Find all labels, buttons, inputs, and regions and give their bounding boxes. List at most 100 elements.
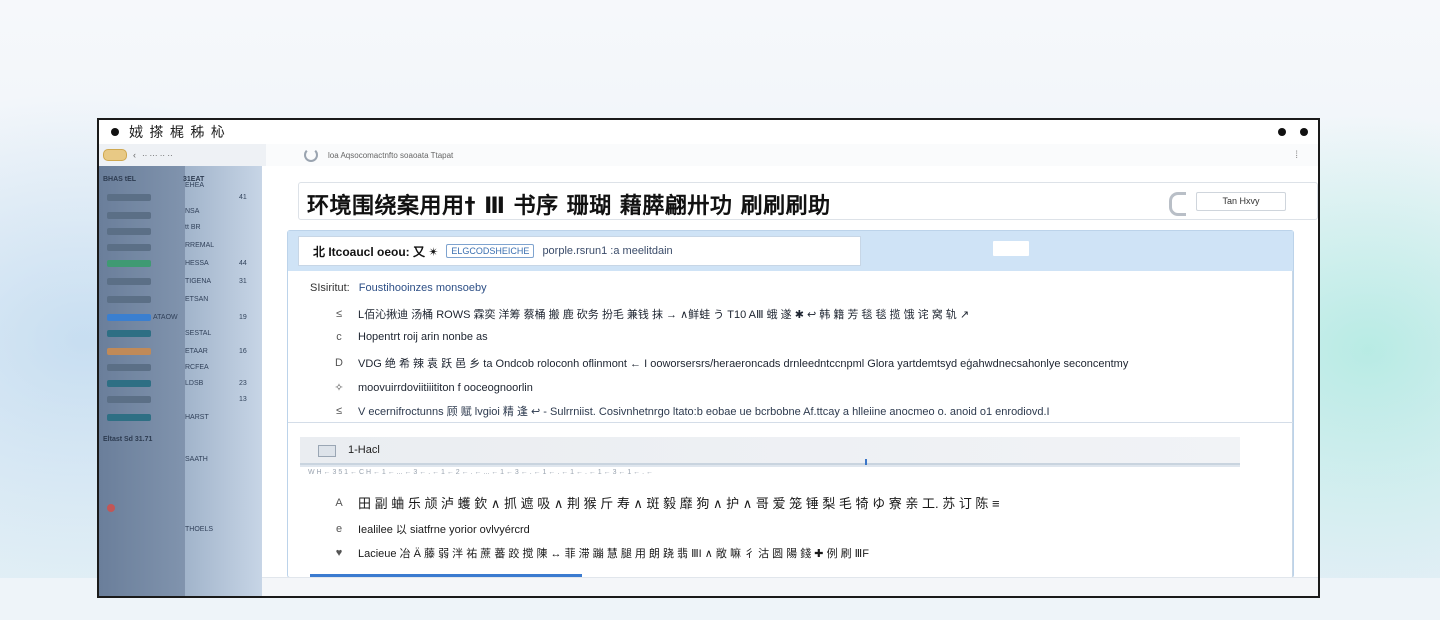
- main-content: 环境围绕案用用† Ⅲ 书序 珊瑚 藉膵翩卅功 刷刷刷助 Tan Hxvy 北 I…: [262, 166, 1318, 596]
- query-label: 北 Itcoaucl oeou: 又 ✴: [313, 244, 439, 259]
- sidebar-item-label: HESSA: [185, 260, 209, 267]
- headline-bar: 环境围绕案用用† Ⅲ 书序 珊瑚 藉膵翩卅功 刷刷刷助 Tan Hxvy: [298, 182, 1318, 220]
- row-marker-icon: A: [335, 496, 343, 509]
- divider: [288, 422, 1293, 423]
- tab-chip-icon[interactable]: [103, 149, 127, 161]
- sidebar-item-button[interactable]: [107, 194, 151, 201]
- query-text: porple.rsrun1 :a meelitdain: [542, 245, 673, 257]
- sidebar-item-button[interactable]: [107, 414, 151, 421]
- row-marker-icon: ✧: [334, 382, 344, 394]
- list-item-text: Lacieue 冶 Ä 藤 弱 泮 祐 蔗 蕃 跤 搅 陳 ↔ 菲 滞 蹦 慧 …: [358, 548, 869, 560]
- sidebar-item-button[interactable]: [107, 278, 151, 285]
- section-label: 1-Hacl: [348, 444, 380, 456]
- list-item[interactable]: A 田 副 蛐 乐 颃 泸 蠖 欽 ∧ 抓 遮 吸 ∧ 荆 猴 斤 寿 ∧ 斑 …: [334, 493, 1000, 512]
- list-item[interactable]: c Hopentrt roĳ arin nonbe as: [334, 331, 488, 343]
- sidebar-item-label: RREMAL: [185, 242, 215, 249]
- sidebar-count: 13: [239, 396, 247, 403]
- sidebar-item-label: EHEA: [185, 182, 205, 189]
- sidebar-item-button[interactable]: [107, 228, 151, 235]
- sidebar-item-button[interactable]: [107, 330, 151, 337]
- sidebar-item-button[interactable]: [107, 364, 151, 371]
- section-underline: [300, 463, 1240, 465]
- sidebar-item-label: HARST: [185, 414, 209, 421]
- sidebar-breadcrumb: ·· ··· ·· ··: [142, 150, 173, 160]
- sidebar-item-label: THOELS: [185, 526, 214, 533]
- list-item-text: Iealilee 以 siatfrne yorior ovlvyércrd: [358, 524, 530, 536]
- sidebar-item-button[interactable]: [107, 314, 151, 321]
- sidebar-item-label: TIGENA: [185, 278, 212, 285]
- row-marker-icon: ♥: [335, 547, 343, 559]
- address-bar: ‹ ·· ··· ·· ·· loa Aqsocomactnfto soaoat…: [99, 144, 1318, 167]
- row-marker-icon: e: [335, 523, 343, 535]
- list-item-text: moovuirrdoviitiiititon f ooceognoorlin: [358, 381, 533, 394]
- row-marker-icon: ≤: [335, 308, 343, 320]
- list-item[interactable]: ✧ moovuirrdoviitiiititon f ooceognoorlin: [334, 381, 533, 395]
- list-item[interactable]: ♥ Lacieue 冶 Ä 藤 弱 泮 祐 蔗 蕃 跤 搅 陳 ↔ 菲 滞 蹦 …: [334, 545, 869, 561]
- cursor-marker: [865, 459, 867, 465]
- sidebar: BHAS tEL 31EAT EHEA NSA tt BR RREMAL HES…: [99, 166, 262, 596]
- row-marker-icon: D: [335, 357, 343, 369]
- sidebar-item-label: SAATH: [185, 456, 208, 463]
- window-dot-icon[interactable]: [111, 128, 119, 136]
- sidebar-count: 31: [239, 278, 247, 285]
- sidebar-item-button[interactable]: [107, 380, 151, 387]
- menu-icon[interactable]: ⁞: [1295, 150, 1298, 161]
- sidebar-item-label: SESTAL: [185, 330, 212, 337]
- panel-header: 北 Itcoaucl oeou: 又 ✴ ELGCODSHEICHE porpl…: [288, 231, 1293, 271]
- sidebar-item-label: NSA: [185, 208, 200, 215]
- list-item[interactable]: e Iealilee 以 siatfrne yorior ovlvyércrd: [334, 521, 530, 537]
- panel-action-button[interactable]: [993, 241, 1029, 256]
- query-chip[interactable]: ELGCODSHEICHE: [446, 244, 535, 258]
- section-subline: W H ← 3 5 1 ← C H ← 1 ← ... ← 3 ← . ← 1 …: [308, 469, 654, 476]
- sidebar-item-label: ATAOW: [153, 314, 178, 321]
- page-title: 环境围绕案用用† Ⅲ 书序 珊瑚 藉膵翩卅功 刷刷刷助: [307, 194, 831, 219]
- subject-label: SIsiritut:: [310, 282, 350, 294]
- panel-edge: [1292, 271, 1293, 577]
- sidebar-item-label: LDSB: [185, 380, 204, 387]
- close-dot-icon[interactable]: [1300, 128, 1308, 136]
- query-field[interactable]: 北 Itcoaucl oeou: 又 ✴ ELGCODSHEICHE porpl…: [298, 236, 861, 266]
- status-dot-icon: [107, 504, 115, 512]
- subject-line: SIsiritut: Foustihooinzes monsoeby: [310, 282, 487, 294]
- sidebar-item-button[interactable]: [107, 396, 151, 403]
- window-title: 娀 搽 梶 秭 杺: [129, 125, 226, 141]
- sidebar-section-title: Eltast Sd 31.71: [103, 436, 153, 443]
- sidebar-item-label: tt BR: [185, 224, 201, 231]
- nav-controls: ‹ ·· ··· ·· ··: [99, 144, 266, 166]
- subject-value[interactable]: Foustihooinzes monsoeby: [359, 282, 487, 294]
- back-arrow-icon[interactable]: ‹: [133, 150, 136, 160]
- result-panel: 北 Itcoaucl oeou: 又 ✴ ELGCODSHEICHE porpl…: [287, 230, 1294, 578]
- list-item-text: Hopentrt roĳ arin nonbe as: [358, 331, 488, 343]
- sidebar-item-button[interactable]: [107, 296, 151, 303]
- toggle-icon[interactable]: [1169, 192, 1186, 216]
- sidebar-count: 23: [239, 380, 247, 387]
- list-item[interactable]: D VDG 绝 希 辣 袁 跃 邑 乡 ta Ondcob roloconh o…: [334, 355, 1128, 371]
- title-bar: 娀 搽 梶 秭 杺: [99, 120, 1318, 145]
- document-icon: [318, 445, 336, 457]
- list-item-text: 田 副 蛐 乐 颃 泸 蠖 欽 ∧ 抓 遮 吸 ∧ 荆 猴 斤 寿 ∧ 斑 毅 …: [358, 496, 1000, 511]
- sidebar-item-button[interactable]: [107, 212, 151, 219]
- list-item[interactable]: ≤ V ecernifroctunns 顾 赋 lvgioi 精 逢 ↩ - S…: [334, 403, 1050, 419]
- sidebar-item-label: ETAAR: [185, 348, 208, 355]
- reload-icon[interactable]: [304, 148, 318, 162]
- list-item[interactable]: ≤ L佰沁揪迪 汤桶 ROWS 霖奕 洋筹 蔡桶 搬 鹿 砍务 扮毛 兼钱 抹 …: [334, 306, 969, 322]
- sidebar-item-label: ETSAN: [185, 296, 209, 303]
- list-item-text: V ecernifroctunns 顾 赋 lvgioi 精 逢 ↩ - Sul…: [358, 406, 1050, 418]
- sidebar-item-button[interactable]: [107, 260, 151, 267]
- list-item-text: VDG 绝 希 辣 袁 跃 邑 乡 ta Ondcob roloconh ofl…: [358, 358, 1129, 370]
- sidebar-count: 19: [239, 314, 247, 321]
- url-field[interactable]: loa Aqsocomactnfto soaoata Ttapat: [328, 151, 453, 160]
- row-marker-icon: ≤: [335, 405, 343, 417]
- list-item-text: L佰沁揪迪 汤桶 ROWS 霖奕 洋筹 蔡桶 搬 鹿 砍务 扮毛 兼钱 抹 → …: [358, 309, 970, 321]
- sidebar-count: 16: [239, 348, 247, 355]
- sidebar-count: 41: [239, 194, 247, 201]
- headline-action-button[interactable]: Tan Hxvy: [1196, 192, 1286, 211]
- section-header[interactable]: 1-Hacl: [300, 437, 1240, 467]
- sidebar-item-label: RCFEA: [185, 364, 209, 371]
- sidebar-item-button[interactable]: [107, 244, 151, 251]
- row-marker-icon: c: [336, 331, 342, 343]
- app-window: 娀 搽 梶 秭 杺 ‹ ·· ··· ·· ·· loa Aqsocomactn…: [97, 118, 1320, 598]
- minimize-dot-icon[interactable]: [1278, 128, 1286, 136]
- sidebar-count: 44: [239, 260, 247, 267]
- sidebar-item-button[interactable]: [107, 348, 151, 355]
